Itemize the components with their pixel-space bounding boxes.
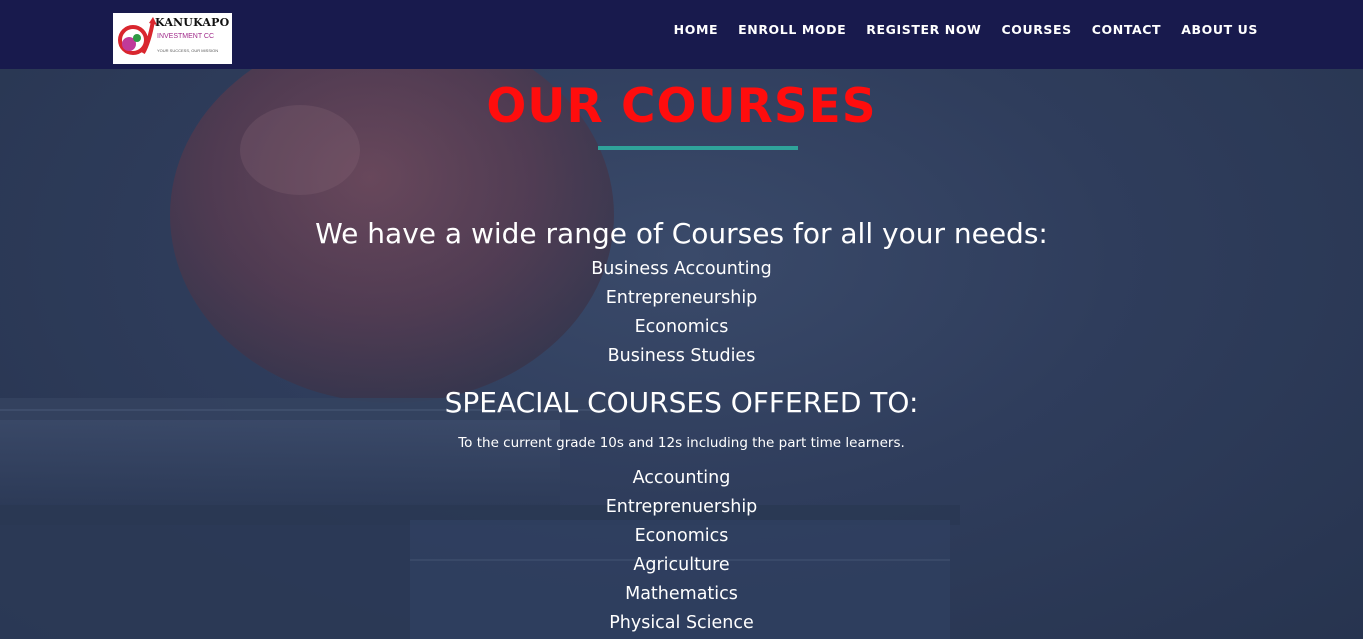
logo-subtitle: INVESTMENT CC: [157, 33, 215, 40]
logo-brand-text: KANUKAPO: [155, 16, 230, 29]
special-courses-note: To the current grade 10s and 12s includi…: [458, 435, 905, 451]
course-item: Economics: [634, 317, 729, 337]
company-logo[interactable]: KANUKAPO INVESTMENT CC YOUR SUCCESS, OUR…: [113, 13, 232, 64]
special-courses-list: Accounting Entreprenuership Economics Ag…: [0, 464, 1363, 638]
page-title: OUR COURSES: [486, 79, 877, 134]
special-courses-heading: SPEACIAL COURSES OFFERED TO:: [444, 386, 919, 419]
nav-courses[interactable]: COURSES: [1001, 22, 1071, 38]
special-course-item: Mathematics: [625, 584, 738, 604]
nav-contact[interactable]: CONTACT: [1092, 22, 1161, 38]
courses-list: Business Accounting Entrepreneurship Eco…: [0, 255, 1363, 371]
courses-intro-heading: We have a wide range of Courses for all …: [315, 217, 1048, 250]
logo-tagline: YOUR SUCCESS, OUR MISSION: [157, 48, 219, 53]
special-course-item: Accounting: [632, 468, 731, 488]
main-navigation: HOME ENROLL MODE REGISTER NOW COURSES CO…: [654, 22, 1258, 38]
title-underline-divider: [598, 146, 798, 150]
top-navbar: KANUKAPO INVESTMENT CC YOUR SUCCESS, OUR…: [0, 0, 1363, 69]
nav-register-now[interactable]: REGISTER NOW: [866, 22, 981, 38]
course-item: Business Studies: [607, 346, 756, 366]
nav-enroll-mode[interactable]: ENROLL MODE: [738, 22, 846, 38]
special-course-item: Physical Science: [609, 613, 754, 633]
logo-emblem-icon: [118, 17, 157, 55]
special-course-item: Entreprenuership: [605, 497, 758, 517]
special-course-item: Economics: [634, 526, 729, 546]
nav-about-us[interactable]: ABOUT US: [1181, 22, 1258, 38]
course-item: Entrepreneurship: [605, 288, 758, 308]
course-item: Business Accounting: [591, 259, 772, 279]
nav-home[interactable]: HOME: [674, 22, 718, 38]
special-course-item: Agriculture: [633, 555, 730, 575]
